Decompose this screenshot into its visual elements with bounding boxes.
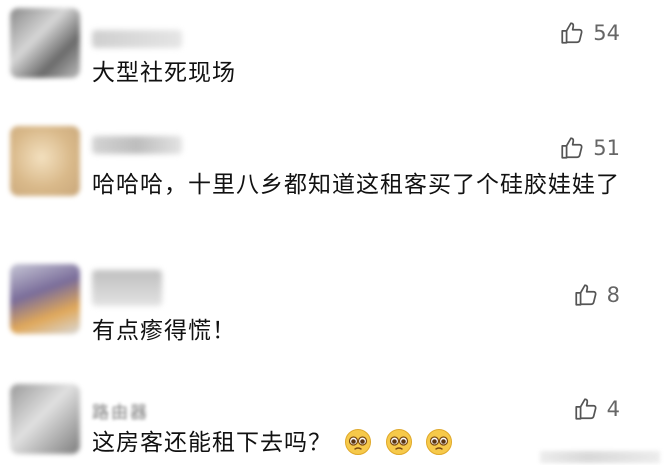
comment-text: 大型社死现场 (92, 60, 236, 86)
like-button[interactable]: 54 (559, 20, 620, 46)
username[interactable] (92, 30, 182, 48)
avatar[interactable] (10, 8, 80, 78)
username[interactable] (92, 136, 182, 154)
thumbs-up-icon (575, 398, 597, 420)
comment-text-body: 这房客还能租下去吗？ (92, 430, 332, 456)
avatar[interactable] (10, 384, 80, 454)
comment-item: 8 有点瘆得慌！ (0, 252, 666, 374)
like-count: 54 (593, 21, 620, 45)
like-button[interactable]: 4 (573, 396, 620, 422)
username[interactable]: 路由器 (92, 398, 149, 423)
thumbs-up-icon (575, 284, 597, 306)
avatar[interactable] (10, 126, 80, 196)
comment-text: 哈哈哈，十里八乡都知道这租客买了个硅胶娃娃了 (92, 172, 620, 198)
like-button[interactable]: 8 (573, 282, 620, 308)
like-count: 51 (593, 136, 620, 160)
comment-item: 51 哈哈哈，十里八乡都知道这租客买了个硅胶娃娃了 (0, 118, 666, 252)
thumbs-up-icon (561, 22, 583, 44)
watermark (540, 451, 660, 463)
comment-text: 有点瘆得慌！ (92, 318, 236, 344)
comment-item: 54 大型社死现场 (0, 0, 666, 118)
like-button[interactable]: 51 (559, 135, 620, 161)
username[interactable] (92, 270, 162, 306)
pleading-face-icon (385, 429, 412, 455)
like-count: 8 (606, 283, 620, 307)
avatar[interactable] (10, 264, 80, 334)
thumbs-up-icon (561, 137, 583, 159)
like-count: 4 (606, 397, 620, 421)
pleading-face-icon (345, 429, 372, 455)
pleading-face-icon (425, 429, 452, 455)
